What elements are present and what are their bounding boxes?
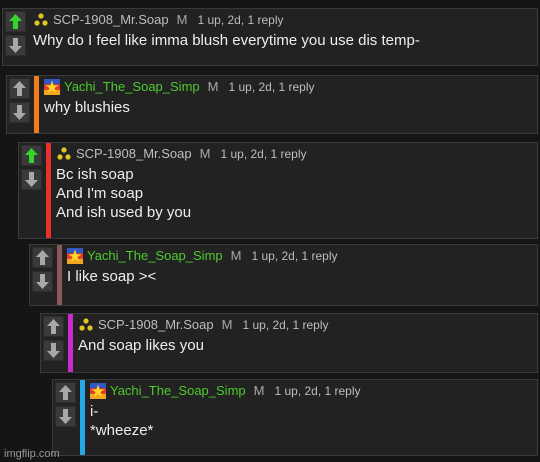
vote-column	[7, 76, 34, 133]
biohazard-icon[interactable]	[56, 146, 72, 162]
upvote-button[interactable]	[43, 316, 64, 337]
comment-meta: Yachi_The_Soap_Simp M 1 up, 2d, 1 reply	[44, 77, 533, 97]
star-flag-icon[interactable]	[90, 383, 106, 399]
downvote-button[interactable]	[9, 102, 30, 123]
thread-bar	[34, 76, 39, 133]
downvote-button[interactable]	[21, 169, 42, 190]
comment-stats: 1 up, 2d, 1 reply	[242, 318, 329, 332]
down-arrow-icon	[36, 274, 49, 289]
upvote-button[interactable]	[32, 247, 53, 268]
comment-line: Why do I feel like imma blush everytime …	[33, 32, 420, 49]
comment-line: And I'm soap	[56, 185, 144, 202]
star-flag-icon[interactable]	[67, 248, 83, 264]
comment-content: SCP-1908_Mr.Soap M 1 up, 2d, 1 reply And…	[78, 314, 533, 372]
username-link[interactable]: SCP-1908_Mr.Soap	[53, 10, 169, 30]
comment-text: Why do I feel like imma blush everytime …	[33, 31, 533, 50]
downvote-button[interactable]	[32, 271, 53, 292]
mod-badge: M	[230, 248, 242, 263]
comment-content: Yachi_The_Soap_Simp M 1 up, 2d, 1 reply …	[90, 380, 533, 455]
thread-bar	[46, 143, 51, 238]
comment: SCP-1908_Mr.Soap M 1 up, 2d, 1 reply Bc …	[18, 142, 538, 239]
mod-badge: M	[253, 383, 265, 398]
comment-line: I like soap ><	[67, 268, 157, 285]
down-arrow-icon	[13, 105, 26, 120]
downvote-button[interactable]	[5, 35, 26, 56]
comment-content: SCP-1908_Mr.Soap M 1 up, 2d, 1 reply Why…	[33, 9, 533, 65]
comment-meta: SCP-1908_Mr.Soap M 1 up, 2d, 1 reply	[33, 10, 533, 30]
biohazard-icon[interactable]	[78, 317, 94, 333]
biohazard-icon[interactable]	[33, 12, 49, 28]
username-link[interactable]: Yachi_The_Soap_Simp	[64, 77, 200, 97]
vote-column	[3, 9, 30, 65]
comment-text: I like soap ><	[67, 267, 533, 286]
upvote-button[interactable]	[55, 382, 76, 403]
comment-content: Yachi_The_Soap_Simp M 1 up, 2d, 1 reply …	[67, 245, 533, 305]
comment-content: SCP-1908_Mr.Soap M 1 up, 2d, 1 reply Bc …	[56, 143, 533, 238]
username-link[interactable]: SCP-1908_Mr.Soap	[98, 315, 214, 335]
mod-badge: M	[199, 146, 211, 161]
up-arrow-icon	[25, 148, 38, 163]
comment-line: why blushies	[44, 99, 130, 116]
comment-line: i-	[90, 403, 99, 420]
comment-meta: Yachi_The_Soap_Simp M 1 up, 2d, 1 reply	[90, 381, 533, 401]
comment-meta: SCP-1908_Mr.Soap M 1 up, 2d, 1 reply	[56, 144, 533, 164]
upvote-button[interactable]	[21, 145, 42, 166]
vote-column	[41, 314, 68, 372]
comment-stats: 1 up, 2d, 1 reply	[228, 80, 315, 94]
vote-column	[19, 143, 46, 238]
comment-text: Bc ish soap And I'm soap And ish used by…	[56, 165, 533, 222]
thread-bar	[80, 380, 85, 455]
comment: SCP-1908_Mr.Soap M 1 up, 2d, 1 reply And…	[40, 313, 538, 373]
watermark: imgflip.com	[4, 448, 60, 460]
upvote-button[interactable]	[9, 78, 30, 99]
down-arrow-icon	[25, 172, 38, 187]
comment: SCP-1908_Mr.Soap M 1 up, 2d, 1 reply Why…	[2, 8, 538, 66]
comment-stats: 1 up, 2d, 1 reply	[197, 13, 284, 27]
username-link[interactable]: Yachi_The_Soap_Simp	[110, 381, 246, 401]
comment-line: And soap likes you	[78, 337, 204, 354]
username-link[interactable]: SCP-1908_Mr.Soap	[76, 144, 192, 164]
comment-text: And soap likes you	[78, 336, 533, 355]
star-flag-icon[interactable]	[44, 79, 60, 95]
up-arrow-icon	[13, 81, 26, 96]
upvote-button[interactable]	[5, 11, 26, 32]
vote-column	[30, 245, 57, 305]
comment-text: why blushies	[44, 98, 533, 117]
up-arrow-icon	[36, 250, 49, 265]
comment-stats: 1 up, 2d, 1 reply	[251, 249, 338, 263]
comment: Yachi_The_Soap_Simp M 1 up, 2d, 1 reply …	[52, 379, 538, 456]
vote-column	[53, 380, 80, 455]
thread-bar	[68, 314, 73, 372]
comment: Yachi_The_Soap_Simp M 1 up, 2d, 1 reply …	[6, 75, 538, 134]
comment-line: *wheeze*	[90, 422, 154, 439]
comment-meta: Yachi_The_Soap_Simp M 1 up, 2d, 1 reply	[67, 246, 533, 266]
comment-stats: 1 up, 2d, 1 reply	[274, 384, 361, 398]
comment-line: And ish used by you	[56, 204, 192, 221]
comment-meta: SCP-1908_Mr.Soap M 1 up, 2d, 1 reply	[78, 315, 533, 335]
mod-badge: M	[176, 12, 188, 27]
up-arrow-icon	[9, 14, 22, 29]
up-arrow-icon	[47, 319, 60, 334]
username-link[interactable]: Yachi_The_Soap_Simp	[87, 246, 223, 266]
down-arrow-icon	[59, 409, 72, 424]
down-arrow-icon	[9, 38, 22, 53]
downvote-button[interactable]	[43, 340, 64, 361]
comment-stats: 1 up, 2d, 1 reply	[220, 147, 307, 161]
comment-line: Bc ish soap	[56, 166, 134, 183]
mod-badge: M	[221, 317, 233, 332]
comment: Yachi_The_Soap_Simp M 1 up, 2d, 1 reply …	[29, 244, 538, 306]
mod-badge: M	[207, 79, 219, 94]
comment-text: i- *wheeze*	[90, 402, 533, 440]
comment-content: Yachi_The_Soap_Simp M 1 up, 2d, 1 reply …	[44, 76, 533, 133]
thread-bar	[57, 245, 62, 305]
down-arrow-icon	[47, 343, 60, 358]
up-arrow-icon	[59, 385, 72, 400]
downvote-button[interactable]	[55, 406, 76, 427]
